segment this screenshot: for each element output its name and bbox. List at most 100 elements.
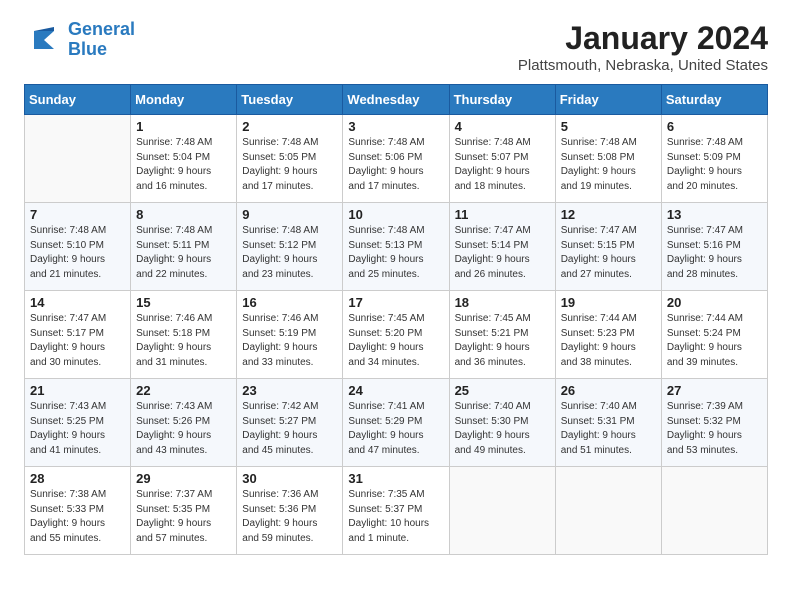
day-info: Sunrise: 7:46 AMSunset: 5:19 PMDaylight:… <box>242 312 337 370</box>
day-number: 22 <box>136 383 231 398</box>
day-info: Sunrise: 7:39 AMSunset: 5:32 PMDaylight:… <box>667 400 762 458</box>
day-info: Sunrise: 7:40 AMSunset: 5:31 PMDaylight:… <box>561 400 656 458</box>
day-cell: 11Sunrise: 7:47 AMSunset: 5:14 PMDayligh… <box>449 203 555 291</box>
day-info: Sunrise: 7:47 AMSunset: 5:17 PMDaylight:… <box>30 312 125 370</box>
day-number: 11 <box>455 207 550 222</box>
day-cell: 18 Sunrise: 7:45 AMSunset: 5:21 PMDayligh… <box>449 291 555 379</box>
day-number: 17 <box>348 295 443 310</box>
day-cell: 17 Sunrise: 7:45 AMSunset: 5:20 PMDayligh… <box>343 291 449 379</box>
day-number: 15 <box>136 295 231 310</box>
day-number: 29 <box>136 471 231 486</box>
day-cell: 19 Sunrise: 7:44 AMSunset: 5:23 PMDayligh… <box>555 291 661 379</box>
title-block: January 2024 Plattsmouth, Nebraska, Unit… <box>518 20 768 74</box>
day-number: 27 <box>667 383 762 398</box>
header-row: SundayMondayTuesdayWednesdayThursdayFrid… <box>25 85 768 115</box>
month-title: January 2024 <box>518 20 768 57</box>
day-cell: 24Sunrise: 7:41 AMSunset: 5:29 PMDayligh… <box>343 379 449 467</box>
day-cell: 15 Sunrise: 7:46 AMSunset: 5:18 PMDayligh… <box>131 291 237 379</box>
day-info: Sunrise: 7:43 AMSunset: 5:26 PMDaylight:… <box>136 400 231 458</box>
day-number: 31 <box>348 471 443 486</box>
calendar-body: 1Sunrise: 7:48 AMSunset: 5:04 PMDaylight… <box>25 115 768 555</box>
day-info: Sunrise: 7:48 AMSunset: 5:13 PMDaylight:… <box>348 224 443 282</box>
day-info: Sunrise: 7:48 AMSunset: 5:06 PMDaylight:… <box>348 136 443 194</box>
week-row-1: 1Sunrise: 7:48 AMSunset: 5:04 PMDaylight… <box>25 115 768 203</box>
day-cell: 30 Sunrise: 7:36 AMSunset: 5:36 PMDayligh… <box>237 467 343 555</box>
day-cell: 23 Sunrise: 7:42 AMSunset: 5:27 PMDayligh… <box>237 379 343 467</box>
header-tuesday: Tuesday <box>237 85 343 115</box>
day-info: Sunrise: 7:47 AMSunset: 5:15 PMDaylight:… <box>561 224 656 282</box>
day-number: 12 <box>561 207 656 222</box>
day-cell: 16 Sunrise: 7:46 AMSunset: 5:19 PMDayligh… <box>237 291 343 379</box>
week-row-4: 21 Sunrise: 7:43 AMSunset: 5:25 PMDayligh… <box>25 379 768 467</box>
day-cell: 29 Sunrise: 7:37 AMSunset: 5:35 PMDayligh… <box>131 467 237 555</box>
day-info: Sunrise: 7:40 AMSunset: 5:30 PMDaylight:… <box>455 400 550 458</box>
header-thursday: Thursday <box>449 85 555 115</box>
day-number: 21 <box>30 383 125 398</box>
day-info: Sunrise: 7:37 AMSunset: 5:35 PMDaylight:… <box>136 488 231 546</box>
day-info: Sunrise: 7:48 AMSunset: 5:10 PMDaylight:… <box>30 224 125 282</box>
week-row-2: 7Sunrise: 7:48 AMSunset: 5:10 PMDaylight… <box>25 203 768 291</box>
day-info: Sunrise: 7:46 AMSunset: 5:18 PMDaylight:… <box>136 312 231 370</box>
day-info: Sunrise: 7:45 AMSunset: 5:21 PMDaylight:… <box>455 312 550 370</box>
header-monday: Monday <box>131 85 237 115</box>
day-number: 3 <box>348 119 443 134</box>
day-info: Sunrise: 7:44 AMSunset: 5:23 PMDaylight:… <box>561 312 656 370</box>
header-sunday: Sunday <box>25 85 131 115</box>
day-number: 1 <box>136 119 231 134</box>
day-number: 2 <box>242 119 337 134</box>
day-info: Sunrise: 7:48 AMSunset: 5:05 PMDaylight:… <box>242 136 337 194</box>
day-number: 20 <box>667 295 762 310</box>
day-info: Sunrise: 7:48 AMSunset: 5:07 PMDaylight:… <box>455 136 550 194</box>
day-number: 19 <box>561 295 656 310</box>
week-row-5: 28Sunrise: 7:38 AMSunset: 5:33 PMDayligh… <box>25 467 768 555</box>
day-cell: 27 Sunrise: 7:39 AMSunset: 5:32 PMDayligh… <box>661 379 767 467</box>
day-cell: 12 Sunrise: 7:47 AMSunset: 5:15 PMDayligh… <box>555 203 661 291</box>
day-number: 8 <box>136 207 231 222</box>
day-number: 6 <box>667 119 762 134</box>
day-number: 16 <box>242 295 337 310</box>
day-cell <box>449 467 555 555</box>
day-number: 10 <box>348 207 443 222</box>
day-cell: 14 Sunrise: 7:47 AMSunset: 5:17 PMDayligh… <box>25 291 131 379</box>
day-cell: 21 Sunrise: 7:43 AMSunset: 5:25 PMDayligh… <box>25 379 131 467</box>
day-number: 14 <box>30 295 125 310</box>
day-cell: 6 Sunrise: 7:48 AMSunset: 5:09 PMDaylight… <box>661 115 767 203</box>
day-info: Sunrise: 7:48 AMSunset: 5:09 PMDaylight:… <box>667 136 762 194</box>
logo-icon <box>24 21 62 59</box>
calendar-header: SundayMondayTuesdayWednesdayThursdayFrid… <box>25 85 768 115</box>
day-cell: 22 Sunrise: 7:43 AMSunset: 5:26 PMDayligh… <box>131 379 237 467</box>
day-cell: 25Sunrise: 7:40 AMSunset: 5:30 PMDayligh… <box>449 379 555 467</box>
day-number: 23 <box>242 383 337 398</box>
day-info: Sunrise: 7:43 AMSunset: 5:25 PMDaylight:… <box>30 400 125 458</box>
day-number: 30 <box>242 471 337 486</box>
day-cell <box>555 467 661 555</box>
day-info: Sunrise: 7:48 AMSunset: 5:08 PMDaylight:… <box>561 136 656 194</box>
day-info: Sunrise: 7:47 AMSunset: 5:16 PMDaylight:… <box>667 224 762 282</box>
day-info: Sunrise: 7:35 AMSunset: 5:37 PMDaylight:… <box>348 488 443 546</box>
header-wednesday: Wednesday <box>343 85 449 115</box>
day-cell: 10 Sunrise: 7:48 AMSunset: 5:13 PMDayligh… <box>343 203 449 291</box>
day-cell: 5Sunrise: 7:48 AMSunset: 5:08 PMDaylight… <box>555 115 661 203</box>
day-cell: 13 Sunrise: 7:47 AMSunset: 5:16 PMDayligh… <box>661 203 767 291</box>
day-number: 13 <box>667 207 762 222</box>
calendar-table: SundayMondayTuesdayWednesdayThursdayFrid… <box>24 84 768 555</box>
day-info: Sunrise: 7:44 AMSunset: 5:24 PMDaylight:… <box>667 312 762 370</box>
page-header: General Blue January 2024 Plattsmouth, N… <box>24 20 768 74</box>
day-info: Sunrise: 7:48 AMSunset: 5:11 PMDaylight:… <box>136 224 231 282</box>
day-number: 9 <box>242 207 337 222</box>
day-number: 28 <box>30 471 125 486</box>
day-cell: 2 Sunrise: 7:48 AMSunset: 5:05 PMDaylight… <box>237 115 343 203</box>
day-info: Sunrise: 7:45 AMSunset: 5:20 PMDaylight:… <box>348 312 443 370</box>
day-cell: 8 Sunrise: 7:48 AMSunset: 5:11 PMDaylight… <box>131 203 237 291</box>
day-cell: 31 Sunrise: 7:35 AMSunset: 5:37 PMDayligh… <box>343 467 449 555</box>
day-number: 18 <box>455 295 550 310</box>
header-saturday: Saturday <box>661 85 767 115</box>
day-cell: 20 Sunrise: 7:44 AMSunset: 5:24 PMDayligh… <box>661 291 767 379</box>
day-cell: 26Sunrise: 7:40 AMSunset: 5:31 PMDayligh… <box>555 379 661 467</box>
day-info: Sunrise: 7:42 AMSunset: 5:27 PMDaylight:… <box>242 400 337 458</box>
day-info: Sunrise: 7:41 AMSunset: 5:29 PMDaylight:… <box>348 400 443 458</box>
day-cell <box>25 115 131 203</box>
day-info: Sunrise: 7:48 AMSunset: 5:12 PMDaylight:… <box>242 224 337 282</box>
day-info: Sunrise: 7:36 AMSunset: 5:36 PMDaylight:… <box>242 488 337 546</box>
day-cell: 4Sunrise: 7:48 AMSunset: 5:07 PMDaylight… <box>449 115 555 203</box>
